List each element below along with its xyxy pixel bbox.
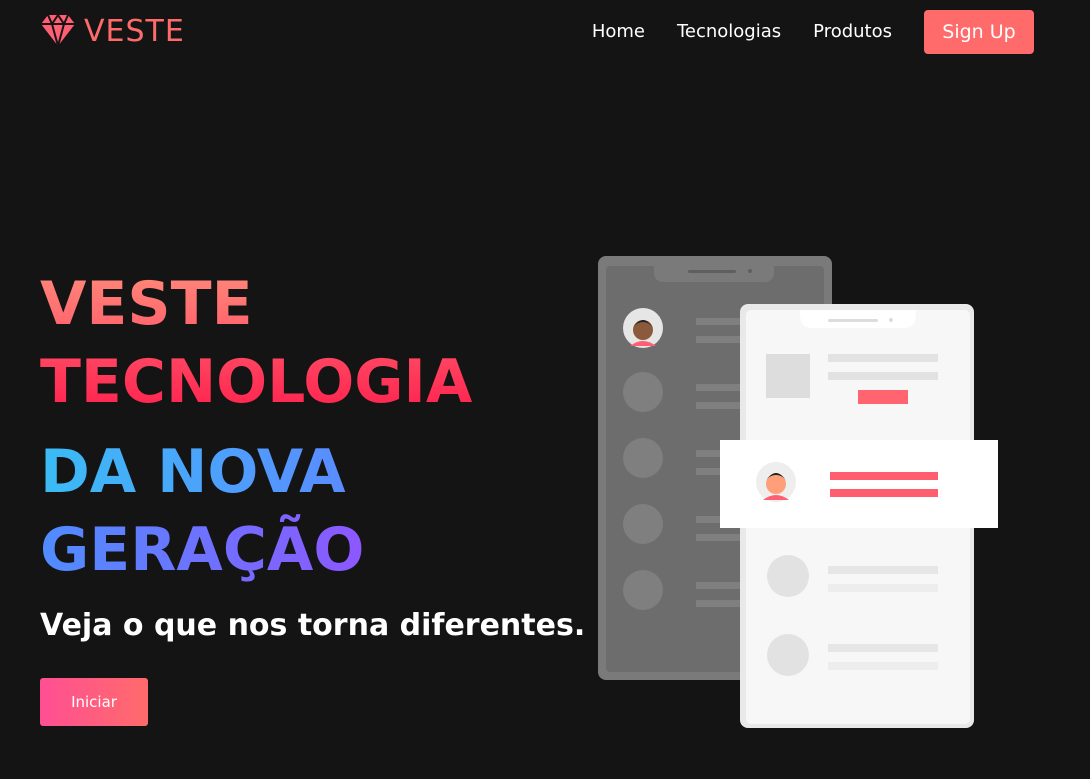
hero-subtitle: Veja o que nos torna diferentes.: [40, 608, 586, 643]
signup-button[interactable]: Sign Up: [924, 10, 1034, 54]
avatar-icon: [756, 462, 796, 502]
landing-page: VESTE Home Tecnologias Produtos Sign Up …: [0, 0, 1090, 779]
avatar-icon: [623, 308, 663, 348]
nav-link-home[interactable]: Home: [592, 10, 645, 54]
nav-link-produtos[interactable]: Produtos: [813, 10, 892, 54]
start-button[interactable]: Iniciar: [40, 678, 148, 726]
highlight-card: [720, 440, 998, 528]
hero-title-line-4: GERAÇÃO: [40, 515, 365, 585]
diamond-icon: [40, 13, 76, 51]
brand-name: VESTE: [84, 14, 185, 49]
hero-title-line-3: DA NOVA: [40, 437, 346, 507]
hero-title-line-1: VESTE: [40, 269, 253, 339]
hero-title-line-2: TECNOLOGIA: [40, 347, 473, 417]
brand-logo[interactable]: VESTE: [40, 12, 185, 52]
main-nav: Home Tecnologias Produtos Sign Up: [592, 10, 1034, 54]
nav-link-tecnologias[interactable]: Tecnologias: [677, 10, 781, 54]
phones-illustration: [598, 256, 998, 728]
